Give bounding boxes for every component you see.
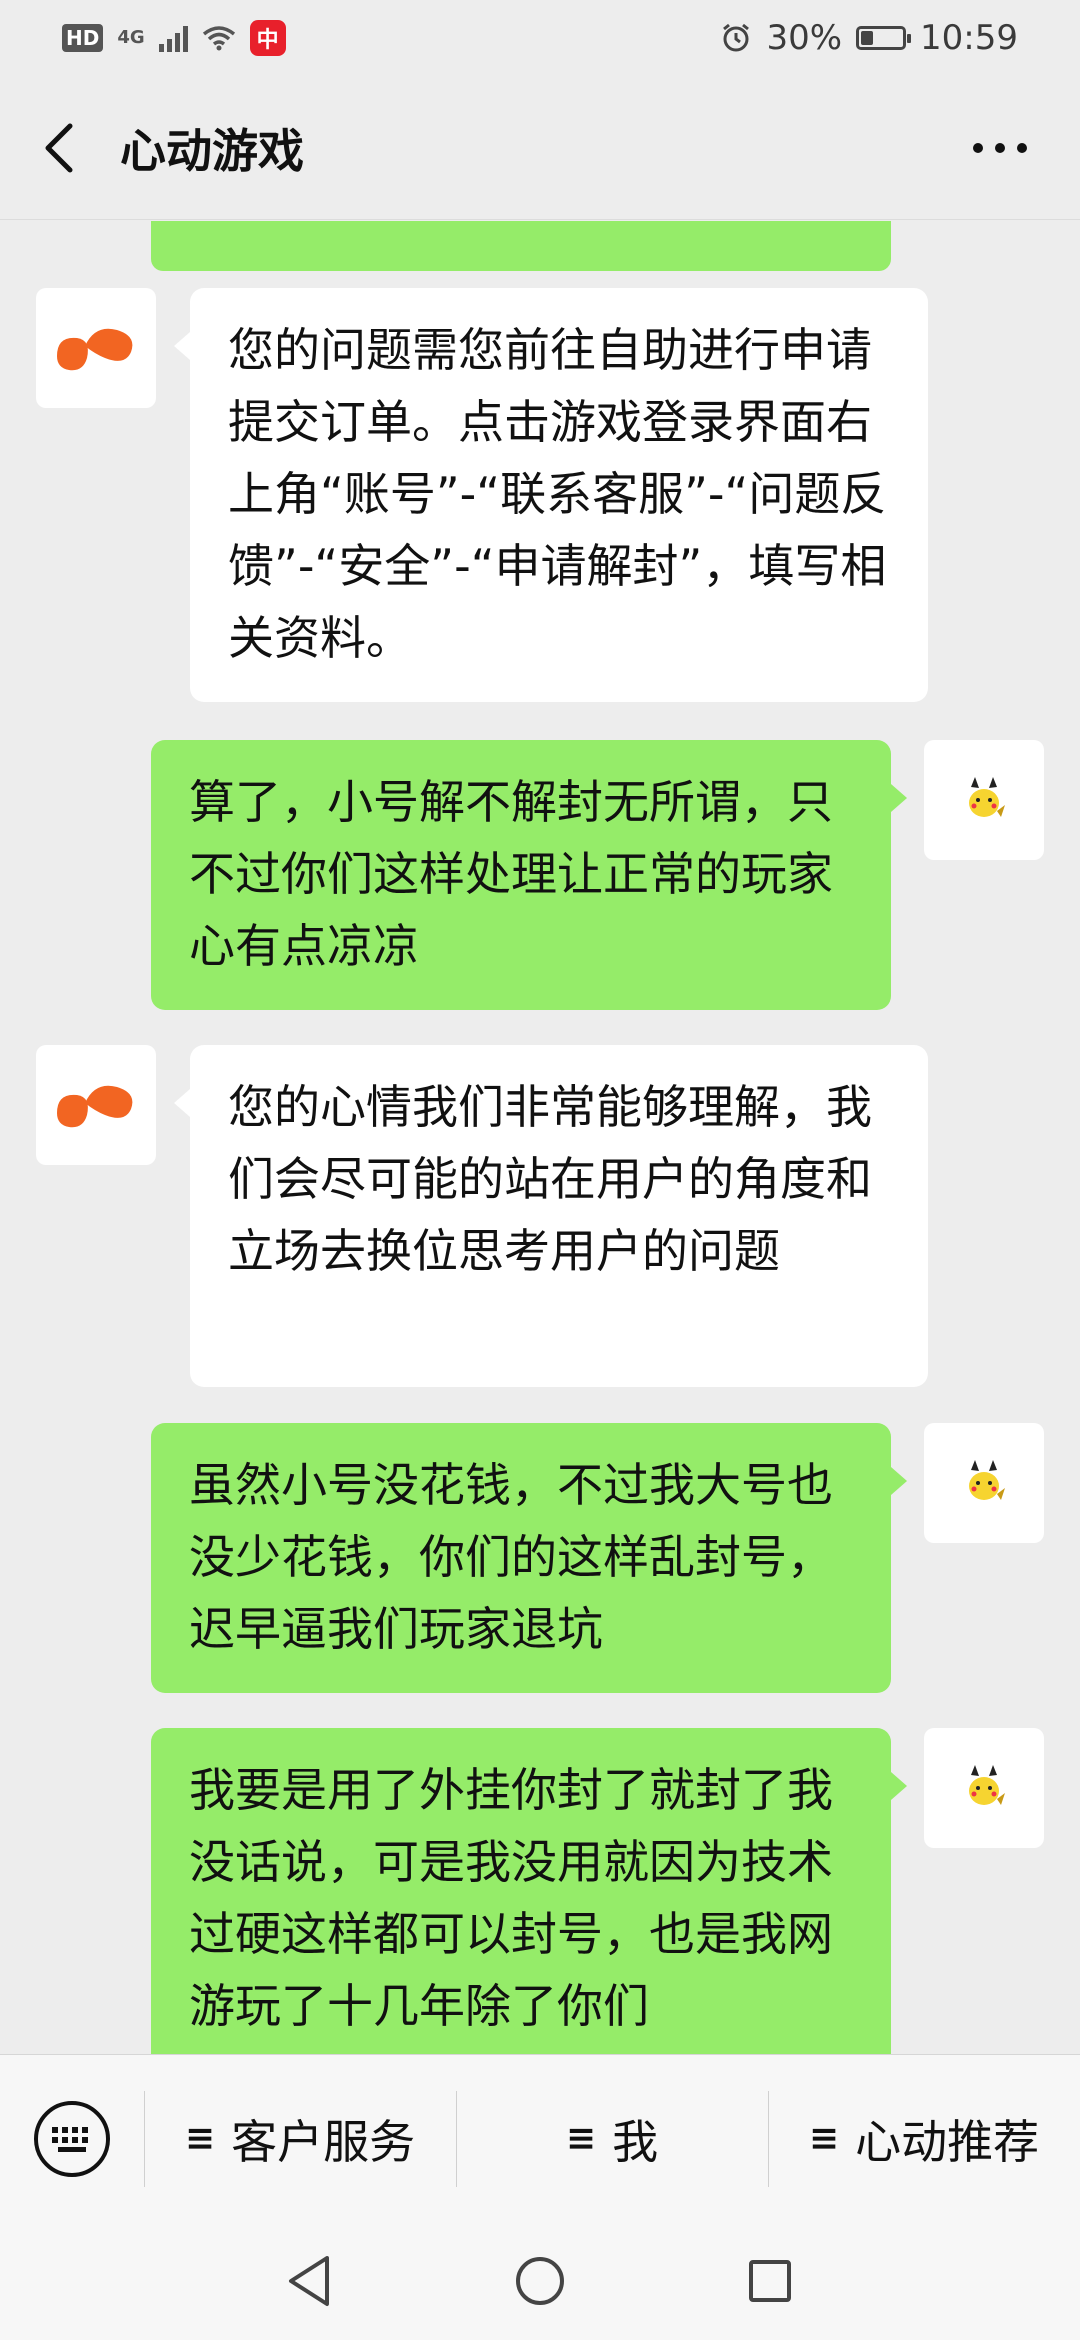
circle-home-icon — [516, 2257, 564, 2305]
page-title: 心动游戏 — [120, 123, 304, 178]
xd-logo-icon — [57, 328, 133, 371]
xd-logo-icon — [57, 1085, 133, 1128]
title-bar: 心动游戏 — [0, 76, 1080, 220]
incoming-message[interactable]: 您的心情我们非常能够理解，我们会尽可能的站在用户的角度和立场去换位思考用户的问题 — [174, 1045, 928, 1387]
menu-item-label: 心动推荐 — [855, 2114, 1040, 2169]
user-avatar[interactable] — [924, 1728, 1044, 1848]
chevron-left-icon — [45, 123, 73, 172]
battery-level — [861, 31, 874, 45]
incoming-message[interactable]: 您的问题需您前往自助进行申请提交订单。点击游戏登录界面右上角“账号”-“联系客服… — [174, 288, 928, 702]
previous-message-bubble — [151, 221, 891, 271]
status-right: 30% 10:59 — [720, 18, 1018, 58]
nav-home-button[interactable] — [510, 2251, 570, 2311]
pikachu-avatar-icon — [969, 1460, 1005, 1500]
nav-back-button[interactable] — [280, 2251, 340, 2311]
back-button[interactable] — [0, 76, 120, 220]
more-dots-icon — [973, 143, 983, 153]
menu-recommend[interactable]: ≡ 心动推荐 — [768, 2055, 1080, 2223]
wifi-icon — [202, 26, 235, 51]
square-recents-icon — [749, 2260, 791, 2302]
pikachu-avatar-icon — [969, 1765, 1005, 1805]
status-left: HD 4G 中 — [62, 20, 286, 56]
bottom-menu: ≡ 客户服务 ≡ 我 ≡ 心动推荐 — [0, 2054, 1080, 2222]
service-avatar[interactable] — [36, 1045, 156, 1165]
nav-recents-button[interactable] — [740, 2251, 800, 2311]
bank-app-icon: 中 — [249, 20, 286, 56]
battery-percent: 30% — [766, 18, 843, 58]
chat-history[interactable]: 您的问题需您前往自助进行申请提交订单。点击游戏登录界面右上角“账号”-“联系客服… — [0, 221, 1080, 2054]
menu-list-icon: ≡ — [808, 2118, 840, 2159]
alarm-icon — [723, 23, 750, 52]
keyboard-icon — [34, 2100, 110, 2177]
chat-screen: HD 4G 中 30% 10:59 心动游戏 您的问题需您前往自助进行申请提交订… — [0, 0, 1080, 2340]
clock: 10:59 — [920, 18, 1018, 58]
menu-item-label: 客户服务 — [231, 2114, 416, 2169]
outgoing-message[interactable]: 算了，小号解不解封无所谓，只不过你们这样处理让正常的玩家心有点凉凉 — [151, 740, 907, 1010]
battery-icon — [856, 26, 912, 50]
keyboard-toggle-button[interactable] — [0, 2055, 144, 2223]
menu-list-icon: ≡ — [565, 2118, 597, 2159]
menu-customer-service[interactable]: ≡ 客户服务 — [144, 2055, 456, 2223]
system-nav-bar — [0, 2222, 1080, 2340]
menu-list-icon: ≡ — [184, 2118, 216, 2159]
user-avatar[interactable] — [924, 740, 1044, 860]
service-avatar[interactable] — [36, 288, 156, 408]
pikachu-avatar-icon — [969, 777, 1005, 817]
hd-icon: HD — [62, 24, 104, 52]
status-bar: HD 4G 中 30% 10:59 — [0, 0, 1080, 76]
signal-icon — [158, 24, 188, 52]
network-type: 4G — [117, 27, 145, 48]
user-avatar[interactable] — [924, 1423, 1044, 1543]
menu-me[interactable]: ≡ 我 — [456, 2055, 768, 2223]
menu-item-label: 我 — [612, 2114, 659, 2169]
outgoing-message[interactable]: 我要是用了外挂你封了就封了我没话说，可是我没用就因为技术过硬这样都可以封号，也是… — [151, 1728, 907, 2054]
outgoing-message[interactable]: 虽然小号没花钱，不过我大号也没少花钱，你们的这样乱封号，迟早逼我们玩家退坑 — [151, 1423, 907, 1693]
triangle-back-icon — [289, 2256, 329, 2306]
more-button[interactable] — [960, 116, 1040, 180]
